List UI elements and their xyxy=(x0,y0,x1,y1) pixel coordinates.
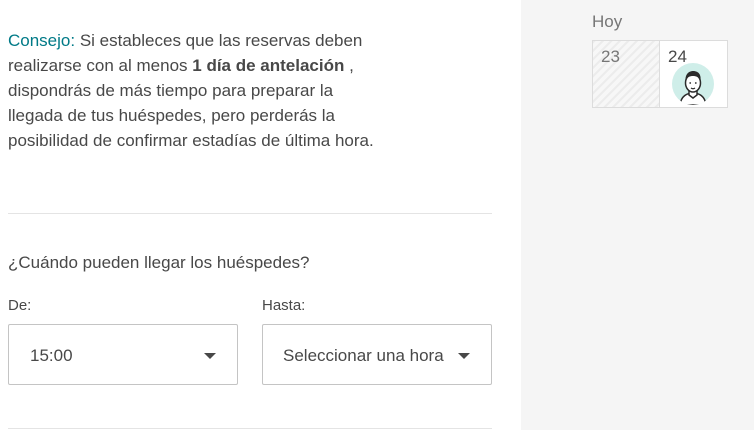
checkin-to-value: Seleccionar una hora xyxy=(283,346,444,365)
from-label: De: xyxy=(8,297,32,314)
caret-down-icon xyxy=(458,353,470,359)
today-label: Hoy xyxy=(592,12,623,31)
divider xyxy=(8,428,492,429)
calendar-day-past: 23 xyxy=(593,41,660,107)
divider xyxy=(8,213,492,214)
tip-bold: 1 día de antelación xyxy=(192,56,345,75)
caret-down-icon xyxy=(204,353,216,359)
mini-calendar: 23 24 xyxy=(592,40,728,108)
arrival-question: ¿Cuándo pueden llegar los huéspedes? xyxy=(8,253,310,272)
calendar-day-today[interactable]: 24 xyxy=(660,41,727,107)
avatar xyxy=(672,63,714,105)
checkin-from-value: 15:00 xyxy=(30,346,73,365)
settings-panel: Consejo: Si estableces que las reservas … xyxy=(0,0,521,430)
tip-lead: Consejo: xyxy=(8,31,76,50)
checkin-from-select[interactable]: 15:00 xyxy=(8,324,238,385)
checkin-to-select[interactable]: Seleccionar una hora xyxy=(262,324,492,385)
person-icon xyxy=(679,71,707,105)
day-number: 23 xyxy=(601,47,620,66)
to-label: Hasta: xyxy=(262,297,306,314)
tip-text: Consejo: Si estableces que las reservas … xyxy=(8,28,380,153)
